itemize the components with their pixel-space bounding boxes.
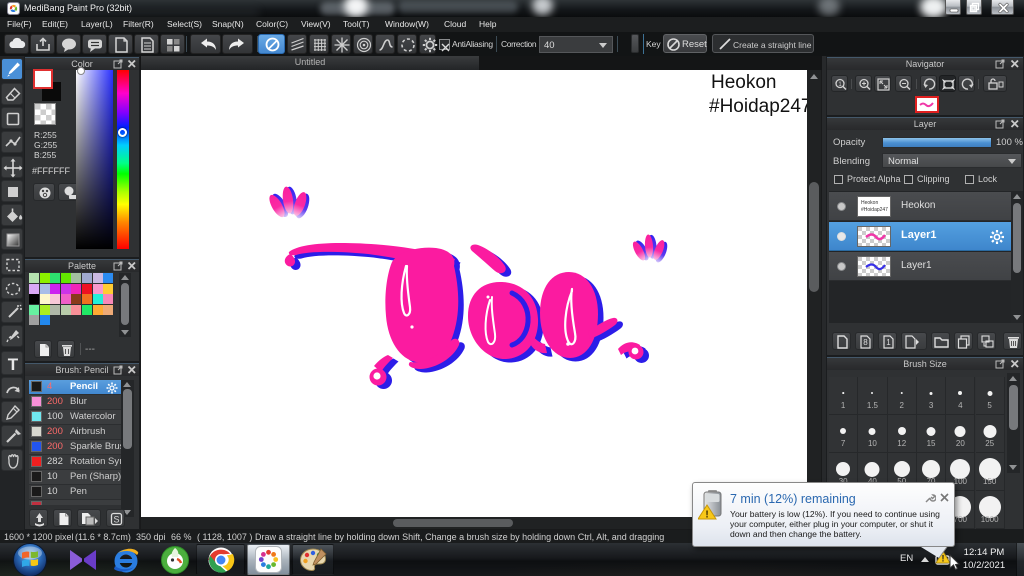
- svg-text:S: S: [113, 515, 119, 525]
- svg-text:1: 1: [886, 338, 891, 347]
- svg-text:T: T: [8, 355, 19, 374]
- svg-text:!: !: [705, 510, 708, 521]
- svg-text:8: 8: [863, 338, 868, 347]
